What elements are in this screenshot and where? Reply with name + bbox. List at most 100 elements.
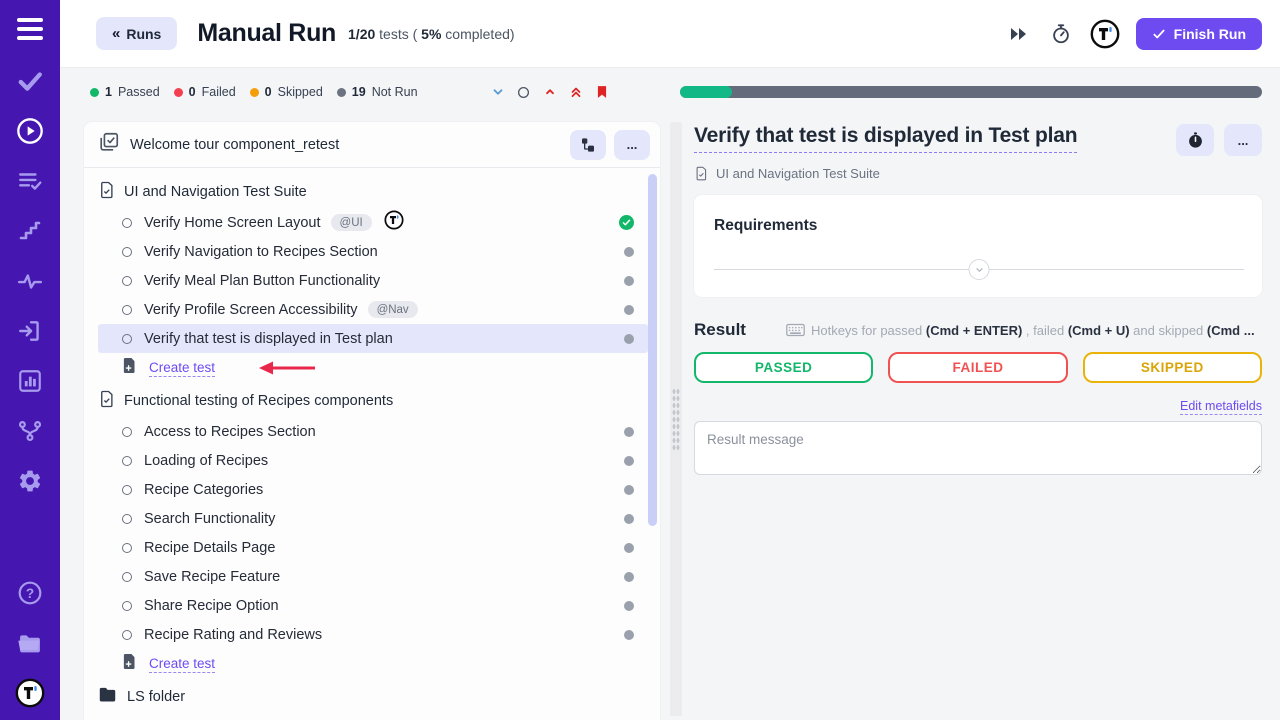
runs-play-icon[interactable] <box>15 116 45 146</box>
tree-more-button[interactable]: ... <box>614 130 650 160</box>
tree-view-button[interactable] <box>570 130 606 160</box>
status-notrun-icon <box>624 276 634 286</box>
test-circle-icon <box>122 514 132 524</box>
test-circle-icon <box>122 334 132 344</box>
test-circle-icon <box>122 218 132 228</box>
settings-gear-icon[interactable] <box>15 466 45 496</box>
test-row[interactable]: Save Recipe Feature <box>98 562 660 591</box>
top-header: « Runs Manual Run 1/20 tests ( 5% comple… <box>60 0 1280 68</box>
test-circle-icon <box>122 543 132 553</box>
breadcrumb[interactable]: UI and Navigation Test Suite <box>694 165 1262 182</box>
chevron-down-icon <box>974 265 984 275</box>
status-notrun-icon <box>624 601 634 611</box>
skipped-dot-icon <box>250 88 259 97</box>
fast-forward-icon[interactable] <box>1006 21 1032 47</box>
hotkeys-hint: Hotkeys for passed (Cmd + ENTER) , faile… <box>786 323 1255 338</box>
run-title: Manual Run <box>197 19 336 48</box>
test-circle-icon <box>122 456 132 466</box>
test-row[interactable]: Verify Meal Plan Button Functionality <box>98 266 660 295</box>
test-row[interactable]: Share Recipe Option <box>98 591 660 620</box>
result-message-input[interactable] <box>694 421 1262 475</box>
panel-splitter[interactable] <box>670 122 682 716</box>
run-progress-text: 1/20 tests ( 5% completed) <box>348 26 515 42</box>
test-row[interactable]: Recipe Details Page <box>98 533 660 562</box>
suite-row[interactable]: UI and Navigation Test Suite <box>98 176 660 208</box>
check-nav-icon[interactable] <box>15 66 45 96</box>
suite-file-icon <box>694 165 709 182</box>
timer-icon[interactable] <box>1048 21 1074 47</box>
folder-row[interactable]: LS folder <box>98 681 660 713</box>
passed-button[interactable]: PASSED <box>694 352 873 383</box>
stat-skipped: 0Skipped <box>250 85 323 99</box>
status-notrun-icon <box>624 427 634 437</box>
activity-pulse-icon[interactable] <box>15 266 45 296</box>
status-notrun-icon <box>624 485 634 495</box>
back-to-runs-button[interactable]: « Runs <box>96 17 177 50</box>
branches-icon[interactable] <box>15 416 45 446</box>
timer-button[interactable] <box>1176 124 1214 156</box>
test-row-selected[interactable]: Verify that test is displayed in Test pl… <box>98 324 648 353</box>
import-icon[interactable] <box>15 316 45 346</box>
testomat-badge-icon[interactable] <box>1090 19 1120 49</box>
create-test-link[interactable]: Create test <box>149 656 215 673</box>
passed-dot-icon <box>90 88 99 97</box>
test-title[interactable]: Verify that test is displayed in Test pl… <box>694 124 1077 153</box>
stopwatch-icon <box>1187 131 1204 150</box>
suite-file-icon <box>98 389 116 414</box>
expand-chevron-down-icon[interactable] <box>490 84 506 100</box>
test-row[interactable]: Verify Home Screen Layout @UI <box>98 208 660 237</box>
test-detail-panel: Verify that test is displayed in Test pl… <box>694 122 1262 475</box>
skipped-button[interactable]: SKIPPED <box>1083 352 1262 383</box>
status-notrun-icon <box>624 543 634 553</box>
testomat-logo-icon[interactable] <box>15 678 45 708</box>
test-tree-panel: Welcome tour component_retest ... UI and… <box>84 122 660 720</box>
test-row[interactable]: Recipe Categories <box>98 475 660 504</box>
status-notrun-icon <box>624 247 634 257</box>
run-tree-title: Welcome tour component_retest <box>130 137 339 153</box>
test-row[interactable]: Verify Navigation to Recipes Section <box>98 237 660 266</box>
create-test-row[interactable]: Create test <box>98 353 660 383</box>
testomat-mini-logo-icon <box>384 210 404 235</box>
test-row[interactable]: Recipe Rating and Reviews <box>98 620 660 649</box>
suite-row[interactable]: Functional testing of Recipes components <box>98 385 660 417</box>
status-notrun-icon <box>624 456 634 466</box>
test-circle-icon <box>122 630 132 640</box>
test-circle-icon <box>122 485 132 495</box>
test-more-button[interactable]: ... <box>1224 124 1262 156</box>
test-row[interactable]: Loading of Recipes <box>98 446 660 475</box>
double-chevron-left-icon: « <box>112 25 118 42</box>
steps-icon[interactable] <box>15 216 45 246</box>
test-row[interactable]: Search Functionality <box>98 504 660 533</box>
svg-text:?: ? <box>26 586 34 601</box>
test-tag: @UI <box>331 214 372 231</box>
failed-button[interactable]: FAILED <box>888 352 1067 383</box>
tree-scrollbar[interactable] <box>648 174 657 526</box>
help-icon[interactable]: ? <box>15 578 45 608</box>
finish-run-button[interactable]: Finish Run <box>1136 18 1262 50</box>
test-circle-icon <box>122 572 132 582</box>
priority-critical-icon[interactable] <box>568 84 584 100</box>
notrun-dot-icon <box>337 88 346 97</box>
priority-high-icon[interactable] <box>542 84 558 100</box>
requirements-expand-button[interactable] <box>969 259 990 280</box>
bookmark-icon[interactable] <box>594 84 610 100</box>
priority-normal-icon[interactable] <box>516 84 532 100</box>
reports-chart-icon[interactable] <box>15 366 45 396</box>
test-row[interactable]: Verify Profile Screen Accessibility @Nav <box>98 295 660 324</box>
edit-metafields-link[interactable]: Edit metafields <box>1180 399 1262 415</box>
suite-file-icon <box>98 180 116 205</box>
requirements-title: Requirements <box>714 217 1244 235</box>
create-test-row[interactable]: Create test <box>98 649 660 679</box>
suite-row[interactable]: UI and Navigation Test Suite <box>98 715 660 720</box>
requirements-card: Requirements <box>694 195 1262 297</box>
create-test-link[interactable]: Create test <box>149 360 215 377</box>
failed-dot-icon <box>174 88 183 97</box>
projects-folder-icon[interactable] <box>15 628 45 658</box>
app-sidebar: ? <box>0 0 60 720</box>
test-row[interactable]: Access to Recipes Section <box>98 417 660 446</box>
menu-icon[interactable] <box>15 18 45 40</box>
test-list-icon[interactable] <box>15 166 45 196</box>
folder-icon <box>98 686 117 708</box>
status-notrun-icon <box>624 514 634 524</box>
status-notrun-icon <box>624 572 634 582</box>
